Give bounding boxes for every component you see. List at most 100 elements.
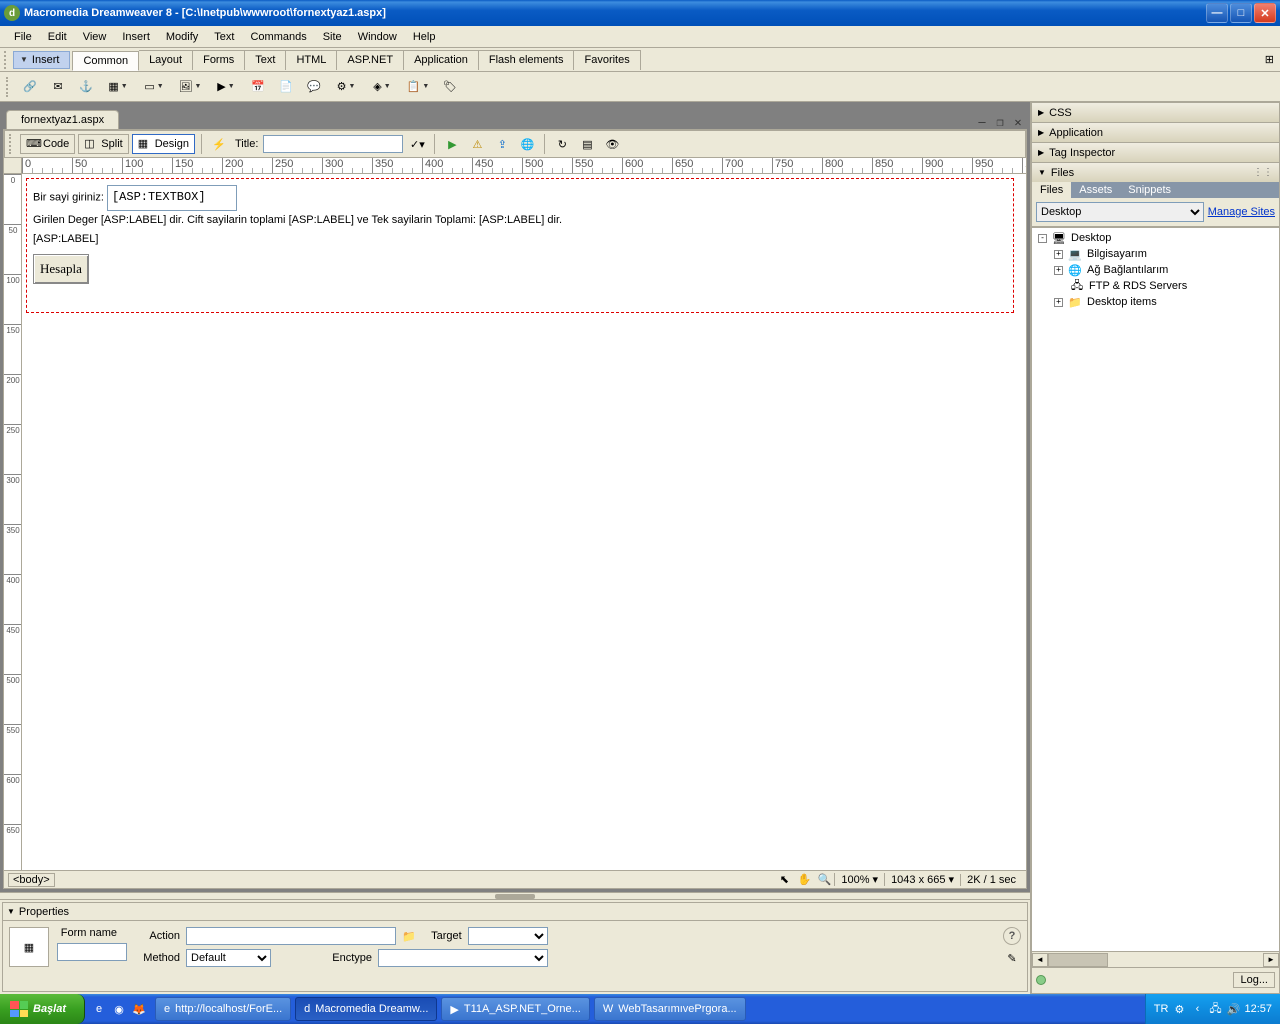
tray-expand-icon[interactable]: ‹ <box>1190 1002 1204 1016</box>
files-panel-header[interactable]: ▼Files⋮⋮ <box>1031 162 1280 182</box>
file-tree[interactable]: -🖥Desktop+💻Bilgisayarım+🌐Ağ Bağlantıları… <box>1032 227 1279 951</box>
asp-label[interactable]: [ASP:LABEL] <box>101 214 166 226</box>
doc-minimize-button[interactable]: — <box>975 115 989 129</box>
split-view-button[interactable]: ◫Split <box>78 134 128 154</box>
properties-header[interactable]: ▼Properties <box>3 903 1027 921</box>
taskbar-button[interactable]: WWebTasarımıvePrgora... <box>594 997 746 1021</box>
insert-tab-application[interactable]: Application <box>404 50 479 70</box>
enctype-select[interactable] <box>378 949 548 967</box>
menu-text[interactable]: Text <box>206 29 242 45</box>
insert-tab-favorites[interactable]: Favorites <box>574 50 640 70</box>
files-tab-files[interactable]: Files <box>1032 182 1071 198</box>
insert-tab-common[interactable]: Common <box>72 51 139 71</box>
tray-volume-icon[interactable]: 🔊 <box>1226 1002 1240 1016</box>
tray-network-icon[interactable]: 🖧 <box>1208 1002 1222 1016</box>
language-indicator[interactable]: TR <box>1154 1003 1169 1015</box>
menu-view[interactable]: View <box>75 29 115 45</box>
target-select[interactable] <box>468 927 548 945</box>
tag-inspector-panel-header[interactable]: ▶Tag Inspector <box>1031 142 1280 162</box>
asp-label[interactable]: [ASP:LABEL] <box>33 233 98 245</box>
minimize-button[interactable]: — <box>1206 3 1228 23</box>
server-side-include-icon[interactable]: 📄 <box>273 76 299 98</box>
preview-browser-icon[interactable]: 🌐 <box>516 133 538 155</box>
refresh-icon[interactable]: ↻ <box>551 133 573 155</box>
visual-aids-icon[interactable]: 👁 <box>601 133 623 155</box>
design-canvas[interactable]: Bir sayi giriniz: [ASP:TEXTBOX] Girilen … <box>22 174 1026 870</box>
manage-sites-link[interactable]: Manage Sites <box>1208 206 1275 218</box>
menu-help[interactable]: Help <box>405 29 444 45</box>
asp-textbox[interactable]: [ASP:TEXTBOX] <box>107 185 237 211</box>
files-tab-snippets[interactable]: Snippets <box>1120 182 1179 198</box>
insert-tab-flash[interactable]: Flash elements <box>479 50 575 70</box>
taskbar-button[interactable]: ▶T11A_ASP.NET_Orne... <box>441 997 589 1021</box>
hesapla-button[interactable]: Hesapla <box>33 254 89 283</box>
insert-tab-html[interactable]: HTML <box>286 50 337 70</box>
insert-tab-forms[interactable]: Forms <box>193 50 245 70</box>
head-tags-icon[interactable]: ⚙▼ <box>329 76 363 98</box>
files-tab-assets[interactable]: Assets <box>1071 182 1120 198</box>
tree-node[interactable]: +💻Bilgisayarım <box>1034 246 1277 262</box>
tree-node[interactable]: +📁Desktop items <box>1034 294 1277 310</box>
form-name-input[interactable] <box>57 943 127 961</box>
date-icon[interactable]: 📅 <box>245 76 271 98</box>
tree-expander[interactable]: + <box>1054 266 1063 275</box>
insert-tab-text[interactable]: Text <box>245 50 286 70</box>
menu-commands[interactable]: Commands <box>242 29 314 45</box>
taskbar-button[interactable]: dMacromedia Dreamw... <box>295 997 437 1021</box>
browse-folder-icon[interactable]: 📁 <box>402 930 416 943</box>
insert-tab-layout[interactable]: Layout <box>139 50 193 70</box>
media-icon[interactable]: ▶▼ <box>209 76 243 98</box>
taskbar-button[interactable]: ehttp://localhost/ForE... <box>155 997 291 1021</box>
tree-expander[interactable]: + <box>1054 250 1063 259</box>
file-management-icon[interactable]: ⇪ <box>491 133 513 155</box>
tag-chooser-icon[interactable]: 🏷 <box>437 76 463 98</box>
menu-window[interactable]: Window <box>350 29 405 45</box>
firefox-icon[interactable]: 🦊 <box>131 1001 147 1017</box>
insert-toggle-button[interactable]: ▼Insert <box>13 51 70 69</box>
templates-icon[interactable]: 📋▼ <box>401 76 435 98</box>
asp-label[interactable]: [ASP:LABEL] <box>289 214 354 226</box>
method-select[interactable]: Default <box>186 949 271 967</box>
doc-restore-button[interactable]: ❐ <box>993 115 1007 129</box>
doc-close-button[interactable]: ✕ <box>1011 115 1025 129</box>
tree-expander[interactable]: + <box>1054 298 1063 307</box>
tree-expander[interactable]: - <box>1038 234 1047 243</box>
validate-markup-icon[interactable]: ▶ <box>441 133 463 155</box>
asp-label[interactable]: [ASP:LABEL] <box>479 214 544 226</box>
view-options-icon[interactable]: ▤ <box>576 133 598 155</box>
title-input[interactable] <box>263 135 403 153</box>
close-button[interactable]: ✕ <box>1254 3 1276 23</box>
code-view-button[interactable]: ⌨Code <box>20 134 75 154</box>
named-anchor-icon[interactable]: ⚓ <box>73 76 99 98</box>
insert-div-icon[interactable]: ▭▼ <box>137 76 171 98</box>
taskbar-clock[interactable]: 12:57 <box>1244 1003 1272 1015</box>
menu-site[interactable]: Site <box>315 29 350 45</box>
zoom-tool-icon[interactable]: 🔍 <box>816 873 832 887</box>
application-panel-header[interactable]: ▶Application <box>1031 122 1280 142</box>
toolbar-grip[interactable] <box>4 51 10 69</box>
site-selector[interactable]: Desktop <box>1036 202 1204 222</box>
css-panel-header[interactable]: ▶CSS <box>1031 102 1280 122</box>
comment-icon[interactable]: 💬 <box>301 76 327 98</box>
maximize-button[interactable]: □ <box>1230 3 1252 23</box>
tray-icon[interactable]: ⚙ <box>1172 1002 1186 1016</box>
server-debug-icon[interactable]: ⚡ <box>208 133 230 155</box>
tree-horizontal-scrollbar[interactable]: ◄► <box>1032 951 1279 967</box>
images-icon[interactable]: 🖼▼ <box>173 76 207 98</box>
insert-options-icon[interactable]: ⊞ <box>1259 53 1280 66</box>
menu-insert[interactable]: Insert <box>114 29 158 45</box>
check-browser-icon[interactable]: ⚠ <box>466 133 488 155</box>
toolbar-grip[interactable] <box>6 77 12 97</box>
zoom-level[interactable]: 100% ▾ <box>834 873 884 886</box>
script-icon[interactable]: ◈▼ <box>365 76 399 98</box>
connection-status-icon[interactable] <box>1036 975 1046 985</box>
log-button[interactable]: Log... <box>1233 972 1275 988</box>
outlook-icon[interactable]: ◉ <box>111 1001 127 1017</box>
table-icon[interactable]: ▦▼ <box>101 76 135 98</box>
menu-file[interactable]: File <box>6 29 40 45</box>
email-link-icon[interactable]: ✉ <box>45 76 71 98</box>
design-view-button[interactable]: ▦Design <box>132 134 195 154</box>
toolbar-grip[interactable] <box>9 134 15 154</box>
hyperlink-icon[interactable]: 🔗 <box>17 76 43 98</box>
tree-node[interactable]: -🖥Desktop <box>1034 230 1277 246</box>
